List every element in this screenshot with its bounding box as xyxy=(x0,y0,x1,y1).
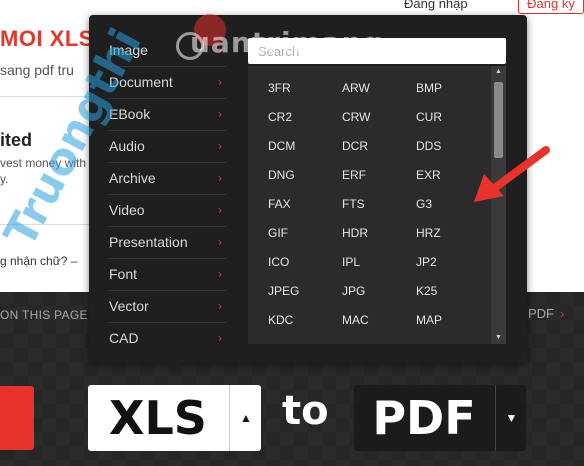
format-option-fax[interactable]: FAX xyxy=(248,190,322,219)
format-option-3fr[interactable]: 3FR xyxy=(248,74,322,103)
divider xyxy=(0,96,90,97)
format-option-dng[interactable]: DNG xyxy=(248,161,322,190)
divider xyxy=(0,224,90,225)
caret-up-icon[interactable]: ▲ xyxy=(229,385,262,451)
category-label: Audio xyxy=(109,138,145,154)
format-option-fts[interactable]: FTS xyxy=(322,190,396,219)
format-option-crw[interactable]: CRW xyxy=(322,103,396,132)
section-text: y. xyxy=(0,172,9,186)
section-heading: ited xyxy=(0,130,33,150)
category-item-video[interactable]: Video › xyxy=(108,195,226,227)
format-option-hrz[interactable]: HRZ xyxy=(396,219,470,248)
register-button[interactable]: Đăng ký xyxy=(518,0,584,14)
category-item-ebook[interactable]: EBook › xyxy=(108,99,226,131)
chevron-right-icon: › xyxy=(218,171,222,185)
scroll-down-icon[interactable]: ▼ xyxy=(491,332,506,344)
format-option-mac[interactable]: MAC xyxy=(322,306,396,335)
category-label: Font xyxy=(109,266,138,282)
to-format-label[interactable]: PDF xyxy=(354,385,494,451)
convert-button[interactable] xyxy=(0,386,34,450)
format-option-dcm[interactable]: DCM xyxy=(248,132,322,161)
category-item-archive[interactable]: Archive › xyxy=(108,163,226,195)
format-option-jp2[interactable]: JP2 xyxy=(396,248,470,277)
format-option-g3[interactable]: G3 xyxy=(396,190,470,219)
format-option-ico[interactable]: ICO xyxy=(248,248,322,277)
scroll-up-icon[interactable]: ▲ xyxy=(491,66,506,78)
format-option-kdc[interactable]: KDC xyxy=(248,306,322,335)
page-headline: MOI XLS xyxy=(0,26,94,51)
chevron-right-icon: › xyxy=(218,299,222,313)
category-label: Presentation xyxy=(109,234,188,250)
format-option-map[interactable]: MAP xyxy=(396,306,470,335)
format-option-hdr[interactable]: HDR xyxy=(322,219,396,248)
from-format-label[interactable]: XLS xyxy=(88,385,228,451)
caret-down-icon[interactable]: ▼ xyxy=(495,385,527,451)
category-item-vector[interactable]: Vector › xyxy=(108,291,226,323)
format-option-jpeg[interactable]: JPEG xyxy=(248,277,322,306)
format-grid-area: 3FR ARW BMP CR2 CRW CUR DCM DCR DDS DNG ERF EXR FAX F… xyxy=(248,66,506,344)
pdf-nav-link[interactable]: PDF › xyxy=(528,306,564,321)
chevron-right-icon: › xyxy=(218,139,222,153)
format-option-bmp[interactable]: BMP xyxy=(396,74,470,103)
category-item-audio[interactable]: Audio › xyxy=(108,131,226,163)
category-item-cad[interactable]: CAD › xyxy=(108,323,226,354)
pdf-nav-label: PDF xyxy=(528,306,554,321)
category-label: Document xyxy=(109,74,173,90)
format-option-dcr[interactable]: DCR xyxy=(322,132,396,161)
to-format-selector[interactable]: PDF ▼ xyxy=(354,385,526,451)
section-text: vest money with xyxy=(0,156,87,170)
chevron-right-icon: › xyxy=(218,267,222,281)
login-link[interactable]: Đăng nhập xyxy=(404,0,468,11)
question-text: g nhận chữ? – xyxy=(0,254,78,268)
format-option-dds[interactable]: DDS xyxy=(396,132,470,161)
category-label: Image xyxy=(109,42,148,58)
red-arrow-icon xyxy=(474,146,550,202)
category-label: CAD xyxy=(109,330,139,346)
format-option-ipl[interactable]: IPL xyxy=(322,248,396,277)
chevron-right-icon: › xyxy=(218,235,222,249)
format-option-exr[interactable]: EXR xyxy=(396,161,470,190)
category-label: Vector xyxy=(109,298,149,314)
watermark-text: uantrimang xyxy=(190,26,384,59)
dropdown-pointer xyxy=(162,362,184,373)
from-format-selector[interactable]: XLS ▲ xyxy=(88,385,261,451)
category-list: Image › Document › EBook › Audio › Archive › Video… xyxy=(108,35,226,354)
chevron-right-icon: › xyxy=(218,107,222,121)
format-option-cur[interactable]: CUR xyxy=(396,103,470,132)
page-subtitle: sang pdf tru xyxy=(0,62,74,78)
chevron-right-icon: › xyxy=(218,203,222,217)
category-item-presentation[interactable]: Presentation › xyxy=(108,227,226,259)
format-option-jpg[interactable]: JPG xyxy=(322,277,396,306)
category-label: Archive xyxy=(109,170,156,186)
chevron-right-icon: › xyxy=(218,331,222,345)
format-option-cr2[interactable]: CR2 xyxy=(248,103,322,132)
chevron-right-icon: › xyxy=(560,306,565,321)
category-label: Video xyxy=(109,202,145,218)
category-label: EBook xyxy=(109,106,151,122)
on-this-page-label: ON THIS PAGE xyxy=(0,308,88,322)
category-item-document[interactable]: Document › xyxy=(108,67,226,99)
format-option-k25[interactable]: K25 xyxy=(396,277,470,306)
format-option-erf[interactable]: ERF xyxy=(322,161,396,190)
format-option-gif[interactable]: GIF xyxy=(248,219,322,248)
chevron-right-icon: › xyxy=(218,75,222,89)
to-label: to xyxy=(282,388,329,434)
category-item-font[interactable]: Font › xyxy=(108,259,226,291)
format-option-arw[interactable]: ARW xyxy=(322,74,396,103)
